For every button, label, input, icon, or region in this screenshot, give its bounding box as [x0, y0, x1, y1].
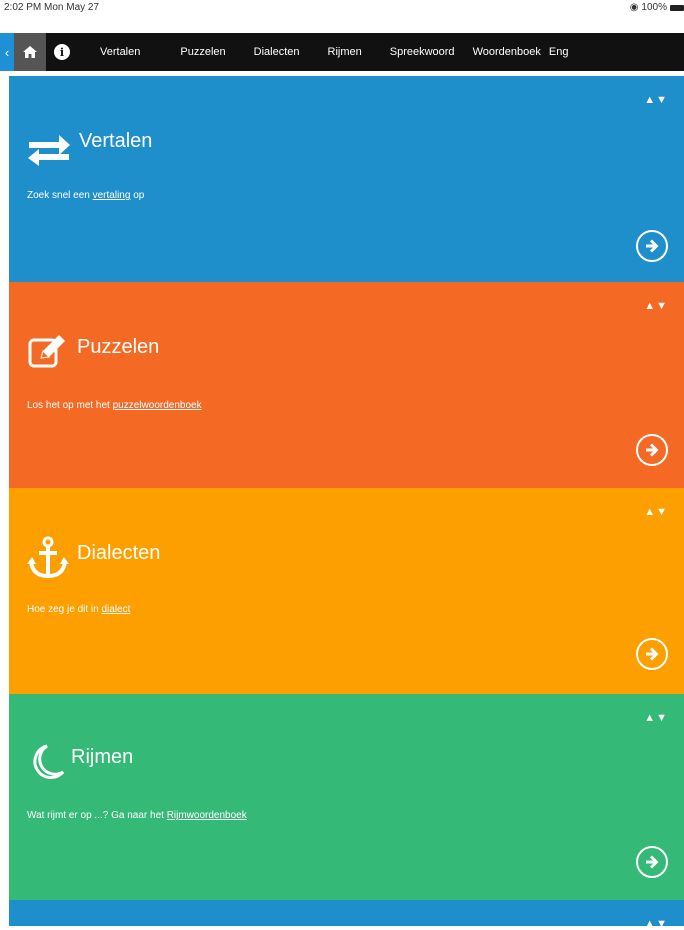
panel-title: Vertalen: [79, 130, 153, 152]
status-bar: 2:02 PM Mon May 27 ◉ 100%: [0, 0, 684, 32]
arrow-right-circle-icon[interactable]: [636, 638, 668, 670]
arrow-right-circle-icon[interactable]: [636, 846, 668, 878]
battery-icon: [670, 4, 684, 11]
sort-arrows-icon[interactable]: ▲▼: [644, 918, 668, 930]
panel-vertalen: ▲▼ Vertalen Zoek snel een vertaling op: [9, 76, 684, 282]
puzzelwoordenboek-link[interactable]: puzzelwoordenboek: [113, 400, 202, 411]
arrow-right-circle-icon[interactable]: [636, 434, 668, 466]
panel-description: Zoek snel een vertaling op: [27, 190, 145, 201]
nav-item-puzzelen[interactable]: Puzzelen: [166, 46, 239, 58]
panel-rijmen: ▲▼ Rijmen Wat rijmt er op ...? Ga naar h…: [9, 694, 684, 900]
panel-dialecten: ▲▼ Dialecten Hoe zeg je dit in dialect: [9, 488, 684, 694]
panel-title: Puzzelen: [77, 336, 160, 358]
sort-arrows-icon[interactable]: ▲▼: [644, 94, 668, 106]
panel-title: Dialecten: [77, 542, 161, 564]
top-navbar: ‹ i Vertalen Puzzelen Dialecten Rijmen S…: [0, 33, 684, 71]
rijmwoordenboek-link[interactable]: Rijmwoordenboek: [167, 810, 247, 821]
panel-next: ▲▼: [9, 900, 684, 930]
chevron-left-icon[interactable]: ‹: [0, 33, 14, 71]
nav-item-woordenboek[interactable]: Woordenboek: [469, 46, 545, 58]
sort-arrows-icon[interactable]: ▲▼: [644, 712, 668, 724]
status-right: ◉ 100%: [630, 2, 684, 13]
nav-item-vertalen[interactable]: Vertalen: [78, 46, 166, 58]
battery-percent: 100%: [641, 2, 667, 13]
home-icon[interactable]: [14, 33, 46, 71]
sort-arrows-icon[interactable]: ▲▼: [644, 506, 668, 518]
dialect-link[interactable]: dialect: [102, 604, 131, 615]
nav-item-dialecten[interactable]: Dialecten: [240, 46, 314, 58]
sort-arrows-icon[interactable]: ▲▼: [644, 300, 668, 312]
panel-description: Los het op met het puzzelwoordenboek: [27, 400, 202, 411]
moon-icon: [27, 742, 67, 782]
wifi-icon: ◉: [629, 2, 639, 13]
panel-description: Wat rijmt er op ...? Ga naar het Rijmwoo…: [27, 810, 247, 821]
status-time: 2:02 PM Mon May 27: [4, 2, 100, 13]
anchor-icon: [27, 536, 69, 579]
vertaling-link[interactable]: vertaling: [93, 190, 131, 201]
info-icon: i: [54, 44, 70, 60]
nav-item-spreekwoord[interactable]: Spreekwoord: [376, 46, 469, 58]
info-button[interactable]: i: [46, 33, 78, 71]
edit-icon: [27, 332, 67, 372]
left-border: [0, 71, 9, 926]
nav-item-rijmen[interactable]: Rijmen: [314, 46, 376, 58]
nav-item-engels[interactable]: Eng: [545, 46, 573, 58]
panel-title: Rijmen: [71, 746, 134, 768]
swap-arrows-icon: [27, 130, 70, 170]
panel-description: Hoe zeg je dit in dialect: [27, 604, 131, 615]
arrow-right-circle-icon[interactable]: [636, 230, 668, 262]
panel-puzzelen: ▲▼ Puzzelen Los het op met het puzzelwoo…: [9, 282, 684, 488]
